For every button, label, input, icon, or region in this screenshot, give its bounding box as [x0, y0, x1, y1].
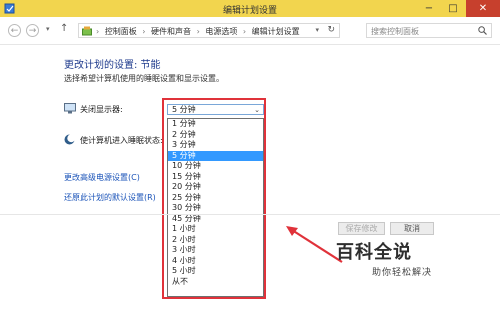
title-bar: 编辑计划设置 − □ ✕	[0, 0, 500, 17]
page-title: 更改计划的设置: 节能	[64, 60, 161, 71]
monitor-icon	[64, 103, 76, 114]
breadcrumb-control-panel[interactable]: 控制面板	[105, 27, 137, 36]
maximize-button[interactable]: □	[442, 0, 464, 17]
navigation-bar: ← → ▾ ↑ › 控制面板 › 硬件和声音 › 电源选项 › 编辑计划设置 ▾…	[0, 17, 500, 45]
watermark-title: 百科全说	[336, 242, 412, 263]
refresh-icon[interactable]: ↻	[327, 25, 335, 35]
back-button[interactable]: ←	[8, 24, 21, 37]
restore-defaults-link[interactable]: 还原此计划的默认设置(R)	[64, 192, 156, 203]
search-icon[interactable]	[478, 26, 487, 35]
watermark-subtitle: 助你轻松解决	[372, 268, 433, 278]
address-bar[interactable]: › 控制面板 › 硬件和声音 › 电源选项 › 编辑计划设置 ▾ ↻	[78, 23, 340, 38]
control-panel-icon	[82, 26, 92, 36]
breadcrumb-separator: ›	[242, 27, 247, 36]
breadcrumb-separator: ›	[142, 27, 146, 36]
breadcrumb-power-options[interactable]: 电源选项	[205, 27, 237, 36]
breadcrumb-separator: ›	[96, 27, 100, 36]
turn-off-display-label: 关闭显示器:	[80, 105, 123, 114]
breadcrumb-hardware-sound[interactable]: 硬件和声音	[151, 27, 191, 36]
forward-button[interactable]: →	[26, 24, 39, 37]
advanced-power-settings-link[interactable]: 更改高级电源设置(C)	[64, 172, 140, 183]
breadcrumb-edit-plan[interactable]: 编辑计划设置	[252, 27, 300, 36]
footer-divider	[0, 214, 500, 215]
sleep-label: 使计算机进入睡眠状态:	[80, 136, 163, 145]
recent-locations-dropdown[interactable]: ▾	[46, 25, 50, 33]
highlight-box	[162, 98, 266, 299]
up-button[interactable]: ↑	[60, 23, 68, 34]
breadcrumb: › 控制面板 › 硬件和声音 › 电源选项 › 编辑计划设置	[96, 26, 303, 37]
search-box[interactable]: 搜索控制面板	[366, 23, 492, 38]
close-button[interactable]: ✕	[466, 0, 500, 17]
sleep-moon-icon	[64, 134, 75, 145]
address-dropdown-icon[interactable]: ▾	[315, 26, 319, 34]
breadcrumb-separator: ›	[196, 27, 200, 36]
minimize-button[interactable]: −	[418, 0, 440, 17]
search-input[interactable]: 搜索控制面板	[371, 26, 419, 37]
page-description: 选择希望计算机使用的睡眠设置和显示设置。	[64, 74, 224, 83]
